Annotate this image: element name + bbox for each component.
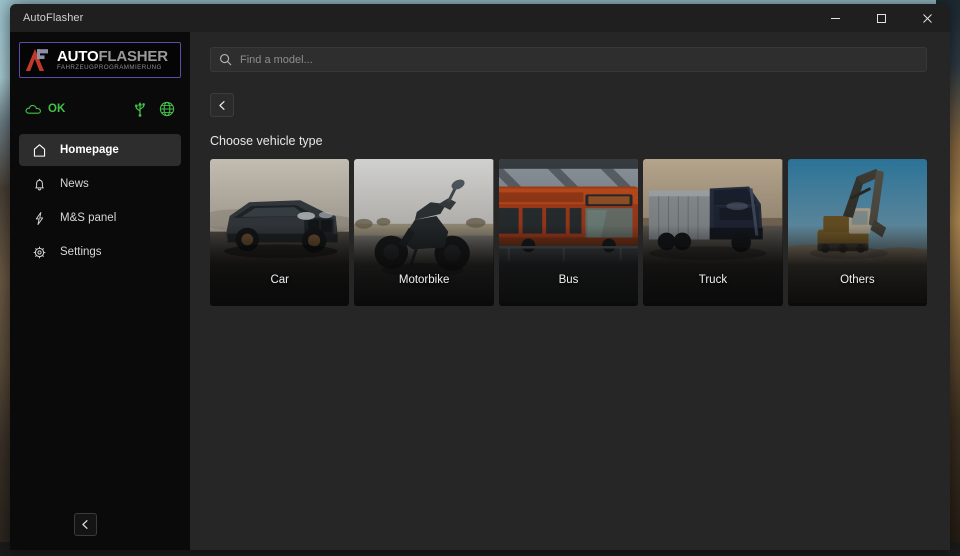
- sidebar-item-label: News: [60, 178, 89, 190]
- sidebar: AUTOFLASHER FAHRZEUGPROGRAMMIERUNG OK Ho…: [10, 32, 190, 550]
- page-title: Choose vehicle type: [210, 134, 323, 148]
- lightning-icon: [31, 210, 47, 226]
- minimize-button[interactable]: [812, 4, 858, 32]
- vehicle-card-others[interactable]: Others: [787, 159, 928, 306]
- sidebar-item-label: M&S panel: [60, 212, 117, 224]
- back-button[interactable]: [210, 93, 234, 117]
- vehicle-card-car[interactable]: Car: [210, 159, 350, 306]
- sidebar-item-label: Homepage: [60, 144, 119, 156]
- vehicle-card-label: Bus: [558, 274, 579, 286]
- vehicle-card-label: Car: [270, 274, 289, 286]
- title-bar: AutoFlasher: [10, 4, 950, 32]
- vehicle-card-label: Motorbike: [398, 274, 450, 286]
- vehicle-card-truck[interactable]: Truck: [643, 159, 783, 306]
- search-icon: [220, 54, 232, 66]
- sidebar-item-settings[interactable]: Settings: [19, 236, 181, 268]
- chevron-left-icon: [82, 520, 88, 529]
- chevron-left-icon: [218, 100, 225, 110]
- status-indicators: [133, 101, 175, 117]
- usb-icon[interactable]: [133, 101, 147, 117]
- search-input[interactable]: [240, 53, 918, 66]
- vehicle-card-label: Others: [840, 274, 875, 286]
- vehicle-card-label: Truck: [698, 274, 728, 286]
- sidebar-item-homepage[interactable]: Homepage: [19, 134, 181, 166]
- vehicle-type-grid: Car Motorbike Bus Truck Others: [210, 159, 928, 306]
- window-title: AutoFlasher: [23, 12, 84, 24]
- logo-text-light: FLASHER: [98, 47, 168, 65]
- autoflasher-logo-mark-icon: [25, 47, 55, 73]
- sidebar-collapse-button[interactable]: [74, 513, 97, 536]
- vehicle-card-motorbike[interactable]: Motorbike: [354, 159, 494, 306]
- desktop-background: AutoFlasher AUTOFLASHER FAHRZEUGPROGRAMM…: [0, 0, 960, 556]
- main-content: Choose vehicle type: [190, 32, 950, 550]
- gear-icon: [31, 244, 47, 260]
- autoflasher-window: AutoFlasher AUTOFLASHER FAHRZEUGPROGRAMM…: [10, 4, 950, 550]
- logo-wordmark: AUTOFLASHER FAHRZEUGPROGRAMMIERUNG: [57, 49, 168, 71]
- status-text: OK: [48, 103, 66, 115]
- maximize-icon: [876, 13, 886, 23]
- sidebar-item-news[interactable]: News: [19, 168, 181, 200]
- minimize-icon: [830, 17, 840, 19]
- bell-icon: [31, 176, 47, 192]
- search-bar[interactable]: [210, 47, 927, 72]
- home-icon: [31, 142, 47, 158]
- logo-tagline: FAHRZEUGPROGRAMMIERUNG: [57, 63, 162, 71]
- connection-status-row: OK: [19, 94, 181, 124]
- maximize-button[interactable]: [858, 4, 904, 32]
- window-controls: [812, 4, 950, 32]
- vehicle-card-bus[interactable]: Bus: [498, 159, 639, 306]
- cloud-icon: [25, 104, 41, 114]
- sidebar-item-label: Settings: [60, 246, 102, 258]
- close-button[interactable]: [904, 4, 950, 32]
- logo-title: AUTOFLASHER: [57, 49, 168, 64]
- close-icon: [922, 13, 932, 23]
- logo-text-bold: AUTO: [57, 47, 99, 65]
- app-logo: AUTOFLASHER FAHRZEUGPROGRAMMIERUNG: [19, 42, 181, 78]
- status-badge: OK: [25, 103, 65, 116]
- globe-icon[interactable]: [159, 101, 175, 117]
- sidebar-nav: Homepage News M&S panel Settings: [19, 134, 181, 268]
- sidebar-item-ms-panel[interactable]: M&S panel: [19, 202, 181, 234]
